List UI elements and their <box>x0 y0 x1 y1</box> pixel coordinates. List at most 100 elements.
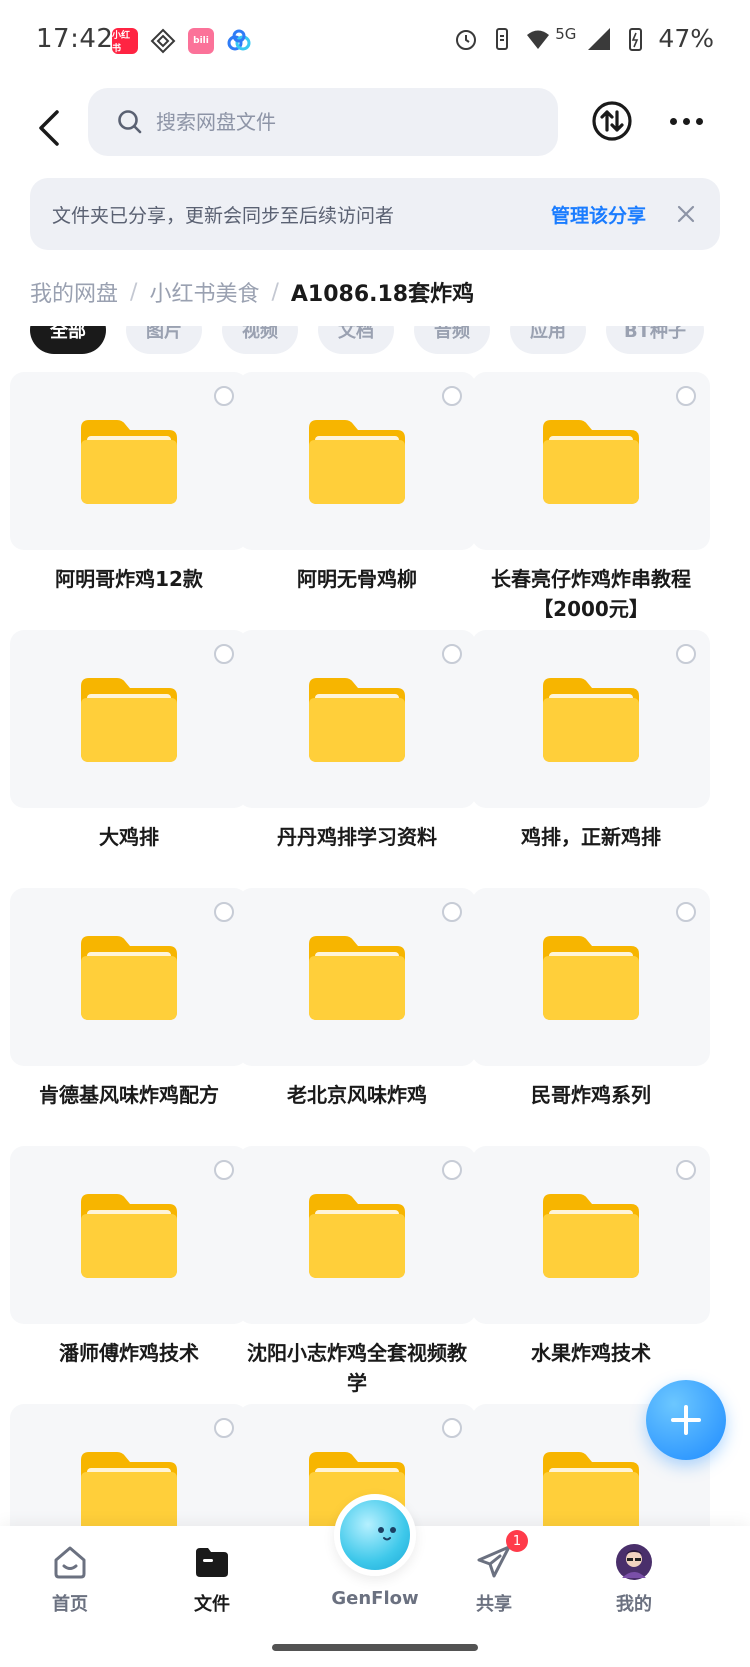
wifi-icon <box>527 30 550 49</box>
filter-chip-apps[interactable]: 应用 <box>510 326 586 354</box>
nav-genflow-label: GenFlow <box>331 1588 419 1609</box>
folder-tile[interactable]: 阿明哥炸鸡12款 <box>10 372 248 642</box>
banner-close-button[interactable] <box>674 202 698 226</box>
filter-chip-all[interactable]: 全部 <box>30 326 106 354</box>
folder-thumbnail <box>472 372 710 550</box>
kuai-icon <box>150 28 176 54</box>
folder-tile[interactable]: 肯德基风味炸鸡配方 <box>10 888 248 1158</box>
select-radio[interactable] <box>442 902 462 922</box>
breadcrumb-item[interactable]: 我的网盘 <box>30 276 118 308</box>
folder-icon <box>305 932 409 1022</box>
select-radio[interactable] <box>676 386 696 406</box>
folder-icon <box>539 932 643 1022</box>
bilibili-icon: bili <box>188 28 214 54</box>
folder-icon <box>77 932 181 1022</box>
folder-icon <box>539 1190 643 1280</box>
nav-home-label: 首页 <box>52 1594 88 1615</box>
breadcrumb-item[interactable]: 小红书美食 <box>149 276 259 308</box>
folder-icon <box>305 674 409 764</box>
folder-tile[interactable]: 潘师傅炸鸡技术 <box>10 1146 248 1416</box>
filter-chip-bt[interactable]: BT种子 <box>606 326 704 354</box>
select-radio[interactable] <box>214 1160 234 1180</box>
nav-share[interactable]: 1 共享 <box>444 1530 544 1616</box>
genflow-icon <box>378 1527 396 1541</box>
folder-thumbnail <box>10 372 248 550</box>
search-input[interactable] <box>156 110 516 134</box>
folder-thumbnail <box>238 888 476 1066</box>
folder-tile[interactable]: 水果炸鸡技术 <box>472 1146 710 1416</box>
filter-chip-videos[interactable]: 视频 <box>222 326 298 354</box>
nav-mine[interactable]: 我的 <box>584 1540 684 1616</box>
filter-chips: 全部 图片 视频 文档 音频 应用 BT种子 <box>0 326 750 356</box>
search-bar[interactable] <box>88 88 558 156</box>
folder-tile[interactable]: 长春亮仔炸鸡炸串教程【2000元】 <box>472 372 710 642</box>
select-radio[interactable] <box>214 902 234 922</box>
folder-thumbnail <box>472 888 710 1066</box>
folder-tile[interactable]: 大鸡排 <box>10 630 248 900</box>
folder-icon <box>305 416 409 506</box>
folder-name: 潘师傅炸鸡技术 <box>59 1341 199 1365</box>
battery-percent: 47% <box>658 24 714 53</box>
status-time: 17:42 <box>36 24 114 54</box>
folder-tile[interactable]: 沈阳小志炸鸡全套视频教学 <box>238 1146 476 1416</box>
folder-tile[interactable]: 鸡排，正新鸡排 <box>472 630 710 900</box>
top-bar <box>0 84 750 180</box>
add-button[interactable] <box>646 1380 726 1460</box>
breadcrumb-separator: / <box>130 279 138 305</box>
filter-chip-docs[interactable]: 文档 <box>318 326 394 354</box>
folder-name: 长春亮仔炸鸡炸串教程【2000元】 <box>491 567 691 621</box>
share-banner-text: 文件夹已分享，更新会同步至后续访问者 <box>52 204 395 227</box>
folder-icon <box>305 1190 409 1280</box>
folder-name: 鸡排，正新鸡排 <box>521 825 661 849</box>
folder-icon <box>77 1448 181 1538</box>
battery-icon <box>629 27 643 51</box>
folder-icon <box>77 416 181 506</box>
breadcrumb-current: A1086.18套炸鸡 <box>290 282 475 307</box>
select-radio[interactable] <box>214 644 234 664</box>
transfer-button[interactable] <box>590 99 634 143</box>
home-indicator <box>272 1644 478 1651</box>
status-app-icons: 小红书 bili <box>112 28 252 54</box>
breadcrumb: 我的网盘 / 小红书美食 / A1086.18套炸鸡 <box>30 276 474 308</box>
folder-tile[interactable]: 民哥炸鸡系列 <box>472 888 710 1158</box>
more-dot-icon <box>669 117 677 125</box>
more-button[interactable] <box>664 99 708 143</box>
folder-tile[interactable]: 老北京风味炸鸡 <box>238 888 476 1158</box>
select-radio[interactable] <box>676 1160 696 1180</box>
close-icon <box>677 205 695 223</box>
search-icon <box>118 110 142 134</box>
select-radio[interactable] <box>442 1418 462 1438</box>
select-radio[interactable] <box>676 902 696 922</box>
xiaohongshu-icon: 小红书 <box>112 28 138 54</box>
folder-tile[interactable]: 丹丹鸡排学习资料 <box>238 630 476 900</box>
nav-files[interactable]: 文件 <box>162 1540 262 1616</box>
folder-tile[interactable]: 阿明无骨鸡柳 <box>238 372 476 642</box>
manage-share-link[interactable]: 管理该分享 <box>551 201 646 228</box>
select-radio[interactable] <box>214 386 234 406</box>
filter-chip-images[interactable]: 图片 <box>126 326 202 354</box>
select-radio[interactable] <box>214 1418 234 1438</box>
signal-icon <box>588 27 611 50</box>
home-icon <box>48 1540 92 1584</box>
back-button[interactable] <box>22 100 78 156</box>
folder-name: 沈阳小志炸鸡全套视频教学 <box>247 1341 467 1395</box>
share-icon: 1 <box>472 1530 528 1584</box>
select-radio[interactable] <box>442 644 462 664</box>
folder-name: 肯德基风味炸鸡配方 <box>39 1083 219 1107</box>
folder-icon <box>539 674 643 764</box>
nav-share-label: 共享 <box>476 1594 512 1615</box>
filter-chip-audio[interactable]: 音频 <box>414 326 490 354</box>
genflow-button[interactable] <box>334 1494 416 1576</box>
folder-thumbnail <box>472 1146 710 1324</box>
select-radio[interactable] <box>442 1160 462 1180</box>
folder-icon <box>190 1540 234 1584</box>
folder-name: 阿明哥炸鸡12款 <box>55 567 203 591</box>
plus-icon <box>671 1405 701 1435</box>
avatar-icon <box>612 1540 656 1584</box>
breadcrumb-separator: / <box>271 279 279 305</box>
select-radio[interactable] <box>442 386 462 406</box>
alarm-icon <box>456 29 477 50</box>
nav-mine-label: 我的 <box>616 1594 652 1615</box>
select-radio[interactable] <box>676 644 696 664</box>
nav-home[interactable]: 首页 <box>20 1540 120 1616</box>
